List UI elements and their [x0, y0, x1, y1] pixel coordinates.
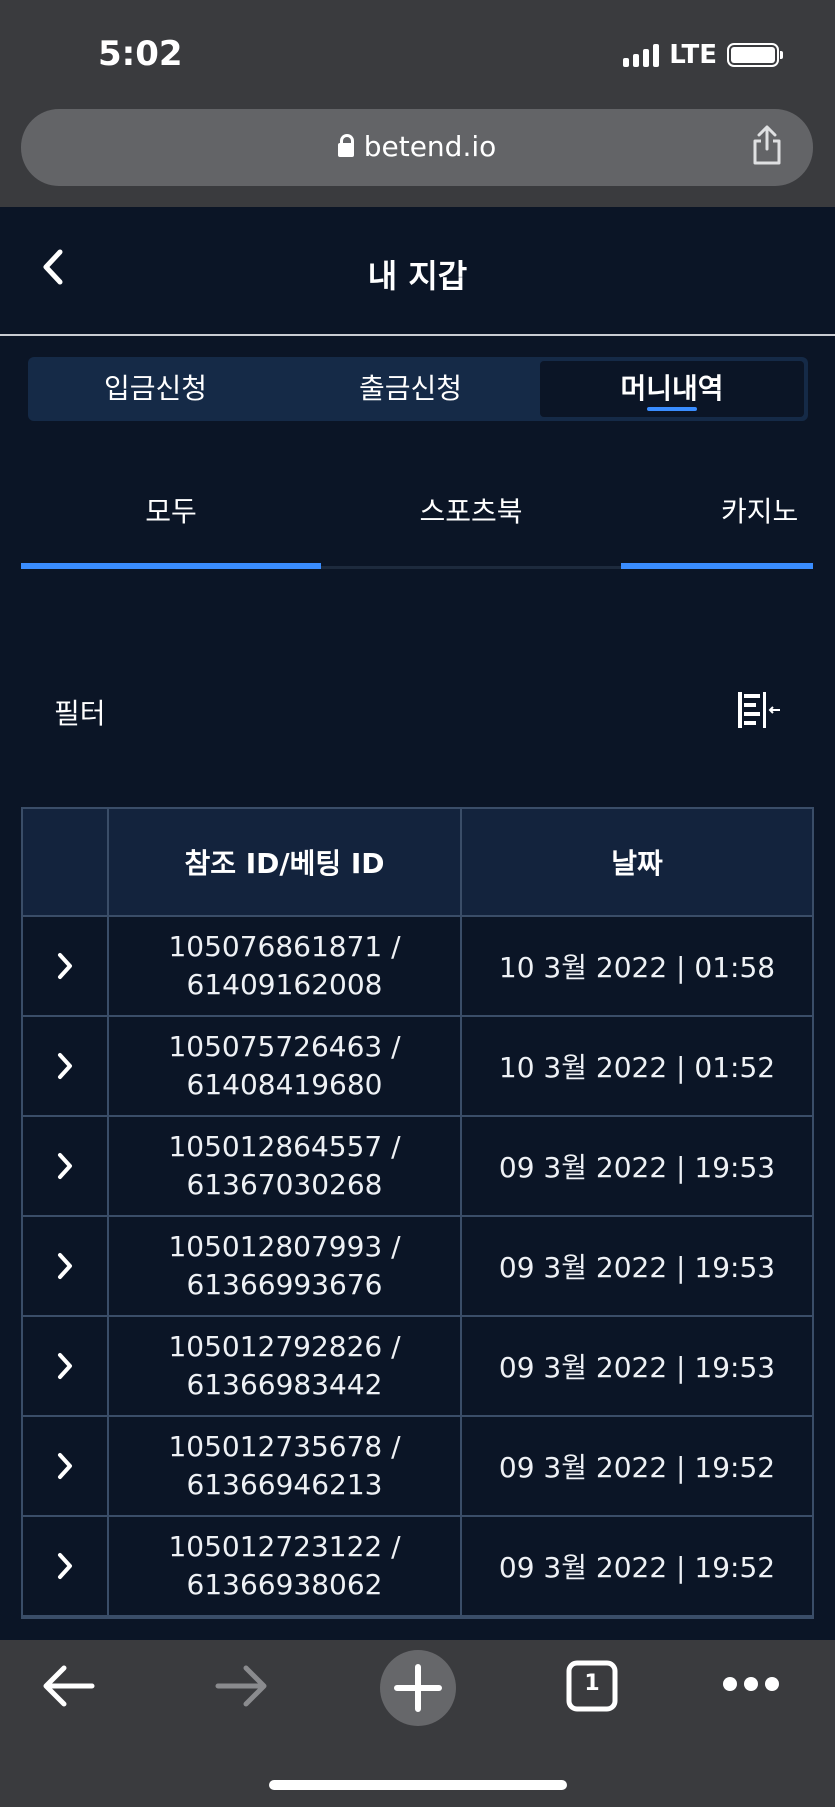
signal-icon [623, 43, 660, 67]
table-row[interactable]: 105012807993 / 61366993676 09 3월 2022 | 1… [23, 1217, 812, 1317]
bet-id: 61366993676 [186, 1268, 383, 1301]
expand-chevron-icon[interactable] [23, 917, 109, 1015]
tab-deposit[interactable]: 입금신청 [28, 361, 283, 417]
bet-id: 61408419680 [186, 1068, 383, 1101]
tab-count: 1 [584, 1671, 600, 1696]
share-icon[interactable] [751, 125, 783, 169]
url-display[interactable]: betend.io [21, 130, 813, 163]
category-tabs: 모두 스포츠북 카지노 [21, 470, 813, 570]
page-title: 내 지갑 [367, 257, 468, 295]
date-cell: 10 3월 2022 | 01:58 [498, 951, 776, 984]
header-reference-id: 참조 ID/베팅 ID [109, 809, 462, 915]
table-row[interactable]: 105076861871 / 61409162008 10 3월 2022 | 0… [23, 917, 812, 1017]
forward-arrow-icon[interactable] [214, 1662, 270, 1714]
header-expand [23, 809, 109, 915]
expand-chevron-icon[interactable] [23, 1117, 109, 1215]
reference-id: 105012864557 / [168, 1130, 401, 1163]
reference-id: 105076861871 / [168, 930, 401, 963]
tab-all[interactable]: 모두 [21, 490, 321, 550]
date-cell: 09 3월 2022 | 19:52 [498, 1451, 776, 1484]
table-header: 참조 ID/베팅 ID 날짜 [23, 809, 812, 917]
filter-collapse-icon[interactable] [736, 690, 782, 734]
reference-id-cell: 105012864557 / 61367030268 [109, 1117, 462, 1215]
bet-id: 61366938062 [186, 1568, 383, 1601]
battery-icon [727, 43, 783, 67]
reference-id-cell: 105075726463 / 61408419680 [109, 1017, 462, 1115]
tab-casino[interactable]: 카지노 [721, 490, 835, 550]
tabs-counter-icon[interactable]: 1 [566, 1660, 618, 1716]
transaction-table: 참조 ID/베팅 ID 날짜 105076861871 / 61409162008… [21, 807, 814, 1619]
tab-withdrawal[interactable]: 출금신청 [283, 361, 538, 417]
expand-chevron-icon[interactable] [23, 1317, 109, 1415]
bet-id: 61366946213 [186, 1468, 383, 1501]
tab-money-history[interactable]: 머니내역 [540, 361, 804, 417]
address-bar[interactable]: betend.io [21, 109, 813, 186]
back-arrow-icon[interactable] [40, 1662, 96, 1714]
bet-id: 61409162008 [186, 968, 383, 1001]
date-cell: 10 3월 2022 | 01:52 [498, 1051, 776, 1084]
table-row[interactable]: 105012735678 / 61366946213 09 3월 2022 | 1… [23, 1417, 812, 1517]
status-time: 5:02 [98, 34, 183, 74]
reference-id-cell: 105012792826 / 61366983442 [109, 1317, 462, 1415]
expand-chevron-icon[interactable] [23, 1217, 109, 1315]
reference-id-cell: 105076861871 / 61409162008 [109, 917, 462, 1015]
reference-id-cell: 105012735678 / 61366946213 [109, 1417, 462, 1515]
bet-id: 61367030268 [186, 1168, 383, 1201]
table-row[interactable]: 105075726463 / 61408419680 10 3월 2022 | 0… [23, 1017, 812, 1117]
tab-all-underline [21, 563, 321, 569]
reference-id: 105012807993 / [168, 1230, 401, 1263]
table-row[interactable]: 105012792826 / 61366983442 09 3월 2022 | 1… [23, 1317, 812, 1417]
status-indicators: LTE [623, 40, 783, 70]
expand-chevron-icon[interactable] [23, 1017, 109, 1115]
bet-id: 61366983442 [186, 1368, 383, 1401]
date-cell: 09 3월 2022 | 19:53 [498, 1251, 776, 1284]
browser-chrome: 5:02 LTE betend.io [0, 0, 835, 207]
filter-label: 필터 [54, 697, 106, 730]
expand-chevron-icon[interactable] [23, 1417, 109, 1515]
network-label: LTE [669, 40, 717, 70]
reference-id: 105075726463 / [168, 1030, 401, 1063]
table-row[interactable]: 105012723122 / 61366938062 09 3월 2022 | 1… [23, 1517, 812, 1617]
home-indicator [269, 1780, 567, 1790]
reference-id: 105012735678 / [168, 1430, 401, 1463]
url-text: betend.io [363, 130, 497, 163]
reference-id: 105012792826 / [168, 1330, 401, 1363]
tab-casino-underline [621, 563, 813, 569]
reference-id-cell: 105012807993 / 61366993676 [109, 1217, 462, 1315]
reference-id: 105012723122 / [168, 1530, 401, 1563]
table-row[interactable]: 105012864557 / 61367030268 09 3월 2022 | 1… [23, 1117, 812, 1217]
more-options-icon[interactable] [722, 1674, 780, 1698]
date-cell: 09 3월 2022 | 19:53 [498, 1351, 776, 1384]
wallet-tabs: 입금신청 출금신청 머니내역 [28, 357, 808, 421]
header-date: 날짜 [611, 847, 663, 880]
tab-sportsbook[interactable]: 스포츠북 [321, 490, 621, 550]
date-cell: 09 3월 2022 | 19:53 [498, 1151, 776, 1184]
date-cell: 09 3월 2022 | 19:52 [498, 1551, 776, 1584]
reference-id-cell: 105012723122 / 61366938062 [109, 1517, 462, 1615]
app-header: 내 지갑 [0, 207, 835, 336]
expand-chevron-icon[interactable] [23, 1517, 109, 1615]
new-tab-plus-icon[interactable] [379, 1649, 457, 1731]
lock-icon [337, 134, 354, 157]
